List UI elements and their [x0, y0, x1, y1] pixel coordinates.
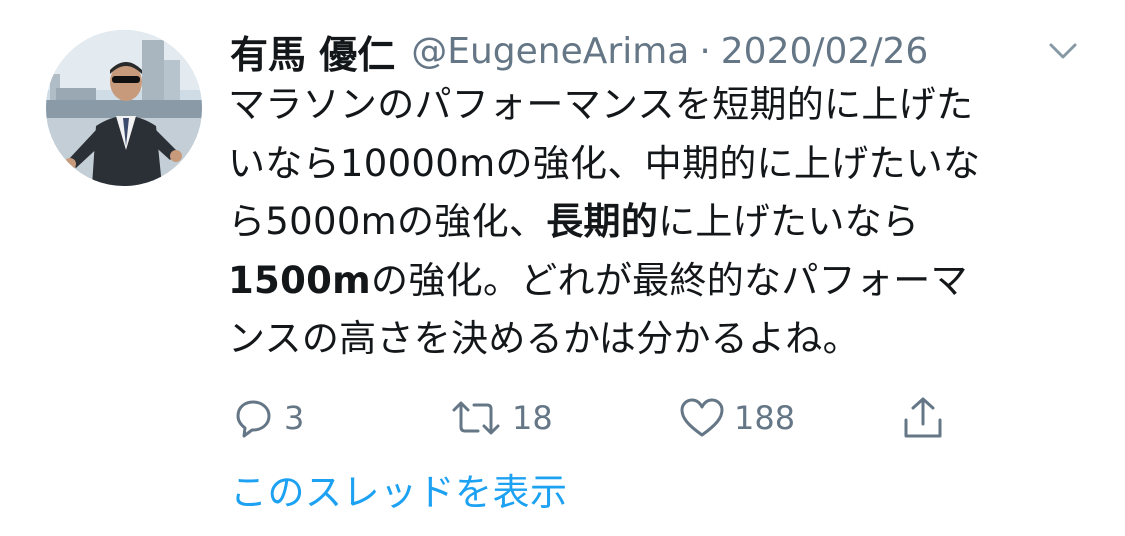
user-handle[interactable]: @EugeneArima: [411, 31, 689, 72]
tweet-text-segment: に上げたいなら: [658, 200, 920, 243]
reply-button[interactable]: 3: [230, 392, 304, 444]
heart-icon: [680, 398, 724, 437]
tweet[interactable]: 有馬 優仁 @EugeneArima · 2020/02/26 マラソンのパフォ…: [0, 0, 1125, 536]
retweet-button[interactable]: 18: [448, 392, 553, 444]
like-count: 188: [734, 399, 796, 437]
tweet-text-line: いなら10000mの強化、中期的に上げたいな: [228, 135, 1088, 194]
tweet-text-segment: いなら10000mの強化、中期的に上げたいな: [228, 141, 981, 185]
reply-count: 3: [284, 399, 305, 437]
tweet-header: 有馬 優仁 @EugeneArima · 2020/02/26: [230, 24, 929, 79]
avatar[interactable]: [46, 30, 202, 186]
tweet-text-line: 1500mの強化。どれが最終的なパフォーマ: [228, 252, 1088, 311]
separator: ·: [699, 30, 711, 72]
display-name[interactable]: 有馬 優仁: [230, 24, 395, 79]
tweet-date[interactable]: 2020/02/26: [721, 31, 929, 72]
tweet-text-bold: 1500m: [228, 258, 372, 302]
profile-photo-icon: [46, 30, 202, 186]
tweet-text-segment: ンスの高さを決めるかは分かるよね。: [228, 317, 860, 360]
tweet-text-line: ンスの高さを決めるかは分かるよね。: [228, 310, 1088, 369]
tweet-text-bold: 長期的: [546, 200, 659, 243]
tweet-text-segment: マラソンのパフォーマンスを短期的に上げた: [228, 83, 974, 126]
show-thread-link[interactable]: このスレッドを表示: [230, 462, 568, 516]
share-button[interactable]: [900, 392, 946, 444]
reply-icon: [236, 400, 271, 438]
action-bar: 3 18 188: [0, 392, 1125, 444]
tweet-text: マラソンのパフォーマンスを短期的に上げた いなら10000mの強化、中期的に上げた…: [228, 76, 1088, 369]
retweet-icon: [452, 401, 500, 435]
retweet-count: 18: [512, 399, 553, 437]
tweet-text-segment: の強化。どれが最終的なパフォーマ: [371, 258, 968, 302]
tweet-text-line: マラソンのパフォーマンスを短期的に上げた: [228, 76, 1088, 135]
like-button[interactable]: 188: [678, 392, 795, 444]
tweet-text-segment: ら5000mの強化、: [228, 200, 547, 243]
chevron-down-icon[interactable]: [1046, 38, 1080, 64]
share-icon: [904, 397, 942, 438]
tweet-text-line: ら5000mの強化、長期的に上げたいなら: [228, 193, 1088, 252]
